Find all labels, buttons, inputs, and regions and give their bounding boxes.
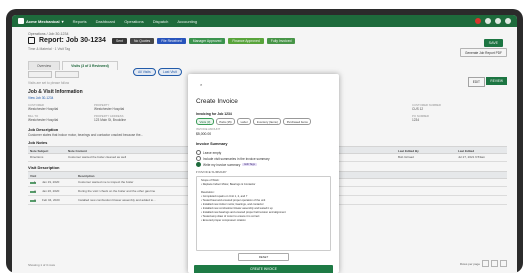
close-icon[interactable]: × bbox=[200, 82, 202, 87]
radio-label: Leave empty bbox=[203, 150, 222, 155]
brand-menu[interactable]: Acme Mechanical ▾ bbox=[18, 18, 64, 24]
top-nav-actions bbox=[475, 18, 511, 24]
nav-operations[interactable]: Operations bbox=[124, 19, 144, 24]
radio-icon bbox=[196, 150, 201, 155]
summary-line: • Tested heat and ensured proper operati… bbox=[201, 199, 266, 202]
nav-dispatch[interactable]: Dispatch bbox=[153, 19, 169, 24]
invoice-amount-label: INVOICE AMOUNT bbox=[196, 127, 221, 131]
create-invoice-modal: × Create Invoice Invoicing for Job 1234 … bbox=[188, 74, 339, 273]
top-navigation: Acme Mechanical ▾ Reports Dashboard Oper… bbox=[12, 15, 517, 27]
summary-line: • Tested amp draw of motor to ensure it … bbox=[201, 215, 260, 218]
summary-line: • Completed repairs on Unit 1, 2, and 7 bbox=[201, 195, 248, 198]
chevron-down-icon: ▾ bbox=[61, 18, 64, 24]
invoice-amount-value: $5,000.00 bbox=[196, 132, 212, 136]
radio-label: Write my invoice summary bbox=[203, 162, 241, 167]
radio-icon bbox=[196, 162, 201, 167]
invoice-item-filters: Visits (3) Parts (15) Labor Inventory (I… bbox=[196, 118, 312, 126]
create-invoice-button[interactable]: CREATE INVOICE bbox=[194, 265, 333, 273]
edit-tags-badge[interactable]: Edit Tags bbox=[242, 162, 257, 167]
nav-reports[interactable]: Reports bbox=[73, 19, 87, 24]
device-frame: Acme Mechanical ▾ Reports Dashboard Oper… bbox=[6, 9, 523, 273]
filter-chip-purchased[interactable]: Purchased Items bbox=[283, 118, 312, 126]
summary-line: • Installed new indoor motor, bearings, … bbox=[201, 203, 264, 206]
invoice-summary-label: ▾ INVOICE SUMMARY bbox=[196, 170, 227, 174]
filter-chip-labor[interactable]: Labor bbox=[237, 118, 252, 126]
modal-title: Create Invoice bbox=[196, 98, 238, 105]
radio-label: Include visit summaries in the invoice s… bbox=[203, 156, 270, 161]
nav-accounting[interactable]: Accounting bbox=[177, 19, 197, 24]
summary-line: Resolution: bbox=[201, 191, 215, 194]
radio-include-summaries[interactable]: Include visit summaries in the invoice s… bbox=[196, 156, 270, 161]
filter-chip-parts[interactable]: Parts (15) bbox=[215, 118, 236, 126]
brand-name: Acme Mechanical bbox=[26, 18, 60, 24]
radio-write-summary[interactable]: Write my invoice summary Edit Tags bbox=[196, 162, 257, 167]
summary-line: • Installed new bearings and ensured pro… bbox=[201, 211, 286, 214]
invoice-summary-textarea[interactable]: Scope of Work: • Replace Indoor Motor, B… bbox=[196, 176, 331, 251]
summary-line: • Replace Indoor Motor, Bearings & Conta… bbox=[201, 183, 256, 186]
summary-line: • Ensured proper compressor rotation bbox=[201, 219, 246, 222]
brand-logo-icon bbox=[18, 18, 24, 24]
radio-icon bbox=[196, 156, 201, 161]
filter-chip-inventory[interactable]: Inventory (Items) bbox=[253, 118, 282, 126]
avatar[interactable] bbox=[505, 18, 511, 24]
settings-icon[interactable] bbox=[495, 18, 501, 24]
invoice-summary-label-text: INVOICE SUMMARY bbox=[198, 170, 227, 174]
summary-line: Scope of Work: bbox=[201, 179, 220, 182]
help-icon[interactable] bbox=[485, 18, 491, 24]
notification-icon[interactable] bbox=[475, 18, 481, 24]
radio-leave-empty[interactable]: Leave empty bbox=[196, 150, 221, 155]
app-screen: Acme Mechanical ▾ Reports Dashboard Oper… bbox=[12, 15, 517, 273]
filter-chip-visits[interactable]: Visits (3) bbox=[196, 118, 214, 126]
reset-button[interactable]: RESET bbox=[238, 253, 289, 261]
invoice-summary-title: Invoice Summary bbox=[196, 142, 228, 146]
nav-dashboard[interactable]: Dashboard bbox=[96, 19, 116, 24]
summary-line: • Installed new combustion blower assemb… bbox=[201, 207, 273, 210]
invoicing-for-label: Invoicing for Job 1234 bbox=[196, 112, 232, 116]
